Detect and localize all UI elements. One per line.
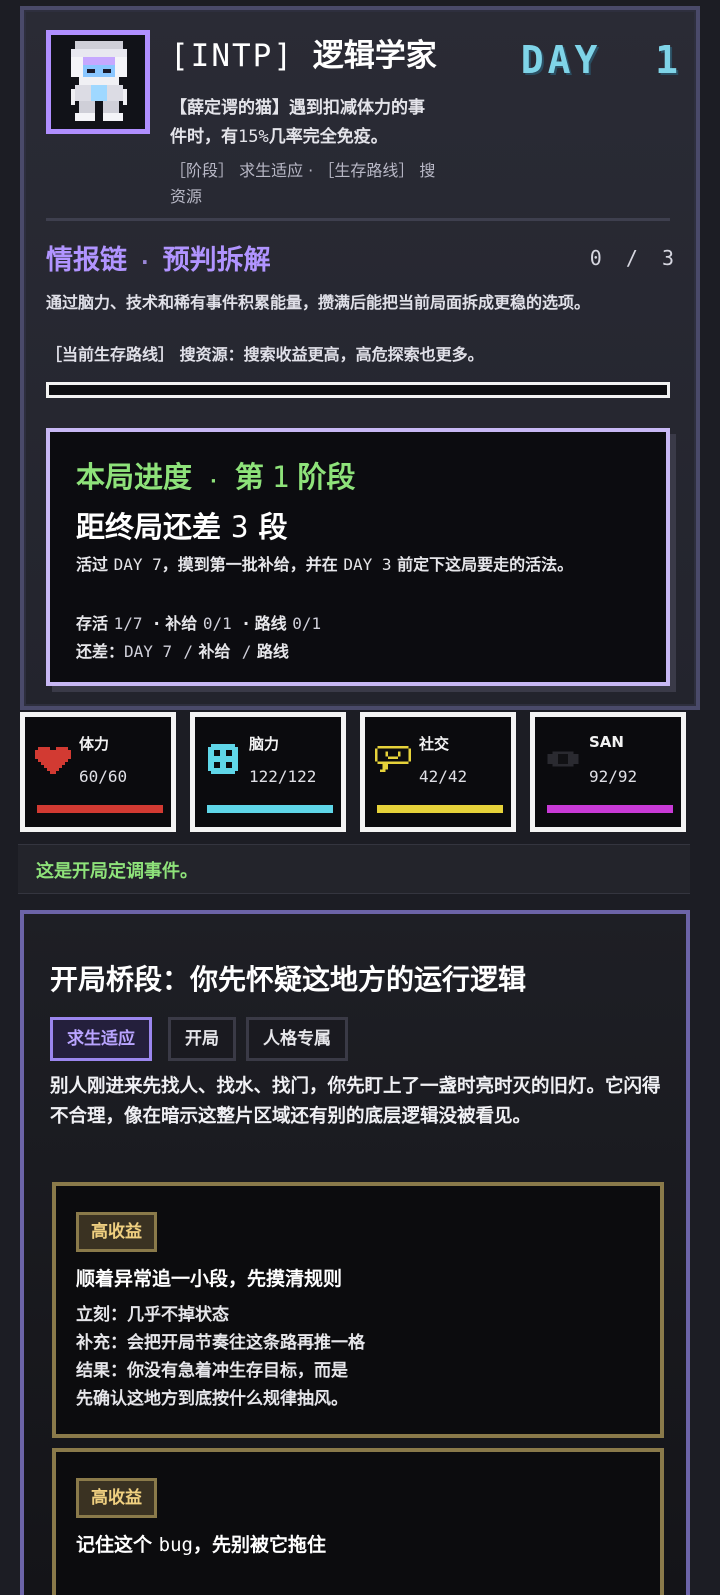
stat-card-san[interactable]: SAN 92/92: [530, 712, 686, 832]
run-progress-box: 本局进度 · 第 1 阶段 距终局还差 3 段 活过 DAY 7，摸到第一批补给，并在 DA…: [46, 428, 670, 686]
stat-name: 脑力: [249, 735, 280, 753]
choice-effect-result: 结果：你没有急着冲生存目标，而是: [76, 1361, 348, 1381]
stage-route-meta: ［阶段］ 求生适应 · ［生存路线］ 搜 资源: [170, 161, 436, 206]
event-hint: 这是开局定调事件。: [18, 844, 690, 894]
tag-personality-exclusive[interactable]: 人格专属: [246, 1017, 348, 1061]
stat-bar: [547, 805, 673, 813]
stat-bar-fill: [207, 805, 333, 813]
stat-bar-fill: [377, 805, 503, 813]
brain-icon: [208, 744, 238, 774]
stat-value: 60/60: [79, 767, 128, 786]
choice-effect-extra: 补充：会把开局节奏往这条路再推一格: [76, 1333, 365, 1353]
heart-icon: [35, 747, 71, 774]
choice-option-1[interactable]: 高收益 顺着异常追一小段，先摸清规则 立刻：几乎不掉状态 补充：会把开局节奏往这…: [52, 1182, 664, 1438]
choice-title: 顺着异常追一小段，先摸清规则: [76, 1268, 343, 1290]
stat-name: SAN: [589, 733, 624, 751]
run-remaining: 距终局还差 3 段: [76, 510, 288, 544]
chat-icon: [375, 746, 411, 772]
stat-value: 92/92: [589, 767, 638, 786]
mbti-label: [INTP]: [170, 38, 294, 74]
choice-effect-result-cont: 先确认这地方到底按什么规律抽风。: [76, 1389, 348, 1409]
tag-opening[interactable]: 开局: [168, 1017, 236, 1061]
run-goal-description: 活过 DAY 7，摸到第一批补给，并在 DAY 3 前定下这局要走的活法。: [76, 555, 574, 574]
stat-bar: [207, 805, 333, 813]
run-goal-remaining: 还差：DAY 7 / 补给 / 路线: [76, 642, 289, 661]
stat-bar: [377, 805, 503, 813]
stat-bar-fill: [547, 805, 673, 813]
stat-value: 122/122: [249, 767, 317, 786]
current-route-line: ［当前生存路线］ 搜资源：搜索收益更高，高危探索也更多。: [46, 345, 484, 364]
stat-card-social[interactable]: 社交 42/42: [360, 712, 516, 832]
stat-card-mind[interactable]: 脑力 122/122: [190, 712, 346, 832]
intel-chain-description: 通过脑力、技术和稀有事件积累能量，攒满后能把当前局面拆成更稳的选项。: [46, 293, 591, 312]
stat-value: 42/42: [419, 767, 468, 786]
event-title: 开局桥段：你先怀疑这地方的运行逻辑: [50, 963, 527, 996]
event-panel: 开局桥段：你先怀疑这地方的运行逻辑 求生适应 开局 人格专属 别人刚进来先找人、…: [20, 910, 690, 1595]
event-hint-text: 这是开局定调事件。: [36, 861, 198, 882]
high-reward-badge: 高收益: [76, 1478, 157, 1518]
choice-title: 记住这个 bug，先别被它拖住: [76, 1534, 326, 1556]
trait-description: 【薛定谔的猫】遇到扣减体力的事 件时，有15%几率完全免疫。: [170, 98, 425, 147]
character-title: [INTP] 逻辑学家: [170, 30, 437, 75]
intel-chain-count: 0 / 3: [589, 246, 680, 270]
stat-bar-fill: [37, 805, 163, 813]
stat-card-stamina[interactable]: 体力 60/60: [20, 712, 176, 832]
stat-name: 社交: [419, 735, 450, 753]
run-stage: 本局进度 · 第 1 阶段: [76, 460, 356, 494]
high-reward-badge: 高收益: [76, 1212, 157, 1252]
tag-survival-adapt[interactable]: 求生适应: [50, 1017, 152, 1061]
intel-chain-title: 情报链 · 预判拆解: [46, 245, 271, 276]
character-panel: [INTP] 逻辑学家 DAY 1 【薛定谔的猫】遇到扣减体力的事 件时，有15…: [20, 6, 700, 710]
choice-option-2[interactable]: 高收益 记住这个 bug，先别被它拖住: [52, 1448, 664, 1595]
run-goal-stats: 存活 1/7 · 补给 0/1 · 路线 0/1: [76, 614, 322, 633]
pixel-character-icon: [71, 41, 127, 121]
day-counter: DAY 1: [520, 38, 682, 82]
eye-icon: [547, 751, 579, 767]
divider: [46, 218, 670, 221]
choice-effect-immediate: 立刻：几乎不掉状态: [76, 1305, 229, 1325]
intel-chain-progress-bar: [46, 382, 670, 398]
event-body: 别人刚进来先找人、找水、找门，你先盯上了一盏时亮时灭的旧灯。它闪得不合理，像在暗…: [50, 1076, 661, 1127]
character-avatar[interactable]: [46, 30, 150, 134]
stat-name: 体力: [79, 735, 110, 753]
character-name: 逻辑学家: [312, 38, 437, 74]
stat-bar: [37, 805, 163, 813]
